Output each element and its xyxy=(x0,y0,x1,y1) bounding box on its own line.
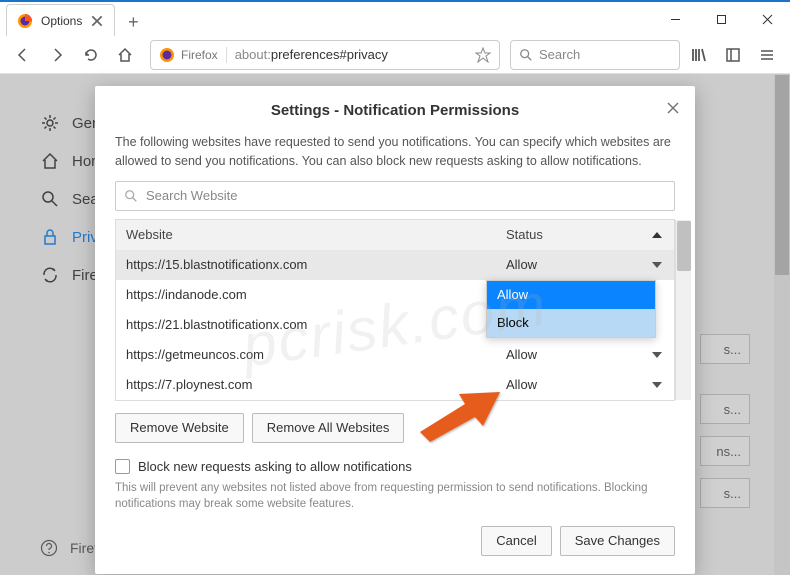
tab-title: Options xyxy=(41,14,82,28)
table-row[interactable]: https://7.ploynest.com Allow xyxy=(116,370,674,400)
scrollbar-thumb[interactable] xyxy=(677,221,691,271)
remove-all-websites-button[interactable]: Remove All Websites xyxy=(252,413,405,443)
annotation-arrow xyxy=(415,384,505,444)
column-status[interactable]: Status xyxy=(496,227,674,242)
sidebar-toggle-button[interactable] xyxy=(718,40,748,70)
block-new-requests-checkbox[interactable] xyxy=(115,459,130,474)
table-actions: Remove Website Remove All Websites xyxy=(115,413,675,443)
browser-tab[interactable]: Options xyxy=(6,4,115,36)
chevron-down-icon xyxy=(652,262,662,268)
checkbox-label: Block new requests asking to allow notif… xyxy=(138,459,412,474)
close-icon xyxy=(667,102,679,114)
firefox-icon xyxy=(159,47,175,63)
dialog-title: Settings - Notification Permissions xyxy=(115,102,675,119)
table-row[interactable]: https://15.blastnotificationx.com Allow xyxy=(116,250,674,280)
table-scrollbar[interactable] xyxy=(675,220,691,400)
block-new-requests-row: Block new requests asking to allow notif… xyxy=(115,459,675,474)
table-header: Website Status xyxy=(116,220,674,250)
maximize-button[interactable] xyxy=(698,2,744,36)
status-dropdown[interactable]: Allow xyxy=(496,347,674,362)
identity-box[interactable]: Firefox xyxy=(159,47,227,63)
toolbar: Firefox about:preferences#privacy Search xyxy=(0,36,790,74)
url-bar[interactable]: Firefox about:preferences#privacy xyxy=(150,40,500,70)
bookmark-star-icon[interactable] xyxy=(475,47,491,63)
notification-permissions-dialog: Settings - Notification Permissions The … xyxy=(95,86,695,574)
window-controls xyxy=(652,2,790,36)
website-cell: https://21.blastnotificationx.com xyxy=(116,317,496,332)
table-row[interactable]: https://getmeuncos.com Allow xyxy=(116,340,674,370)
identity-label: Firefox xyxy=(181,48,218,62)
reload-button[interactable] xyxy=(76,40,106,70)
chevron-down-icon xyxy=(652,352,662,358)
minimize-button[interactable] xyxy=(652,2,698,36)
save-changes-button[interactable]: Save Changes xyxy=(560,526,675,556)
status-dropdown-menu: Allow Block xyxy=(486,280,656,338)
dialog-footer: Cancel Save Changes xyxy=(115,526,675,556)
chevron-down-icon xyxy=(652,382,662,388)
permissions-table: Website Status https://15.blastnotificat… xyxy=(115,219,675,401)
dialog-close-button[interactable] xyxy=(663,98,683,118)
search-bar[interactable]: Search xyxy=(510,40,680,70)
library-button[interactable] xyxy=(684,40,714,70)
search-placeholder: Search Website xyxy=(146,188,238,203)
column-website[interactable]: Website xyxy=(116,227,496,242)
close-icon[interactable] xyxy=(90,14,104,28)
website-cell: https://getmeuncos.com xyxy=(116,347,496,362)
website-cell: https://indanode.com xyxy=(116,287,496,302)
titlebar: Options + xyxy=(0,0,790,36)
search-icon xyxy=(519,48,533,62)
website-cell: https://15.blastnotificationx.com xyxy=(116,257,496,272)
cancel-button[interactable]: Cancel xyxy=(481,526,551,556)
content-area: General Home Search Privacy Firefox Fire… xyxy=(0,74,790,575)
dialog-description: The following websites have requested to… xyxy=(115,133,675,171)
dropdown-option-block[interactable]: Block xyxy=(487,309,655,337)
url-text: about:preferences#privacy xyxy=(235,47,467,62)
status-dropdown[interactable]: Allow xyxy=(496,257,674,272)
home-button[interactable] xyxy=(110,40,140,70)
tabs-area: Options + xyxy=(0,2,652,36)
back-button[interactable] xyxy=(8,40,38,70)
search-icon xyxy=(124,189,138,203)
close-window-button[interactable] xyxy=(744,2,790,36)
checkbox-description: This will prevent any websites not liste… xyxy=(115,480,675,512)
sort-caret-icon xyxy=(652,232,662,238)
status-dropdown[interactable]: Allow xyxy=(496,377,674,392)
dropdown-option-allow[interactable]: Allow xyxy=(487,281,655,309)
menu-button[interactable] xyxy=(752,40,782,70)
search-website-input[interactable]: Search Website xyxy=(115,181,675,211)
forward-button[interactable] xyxy=(42,40,72,70)
remove-website-button[interactable]: Remove Website xyxy=(115,413,244,443)
search-placeholder: Search xyxy=(539,47,580,62)
new-tab-button[interactable]: + xyxy=(119,8,147,36)
firefox-icon xyxy=(17,13,33,29)
